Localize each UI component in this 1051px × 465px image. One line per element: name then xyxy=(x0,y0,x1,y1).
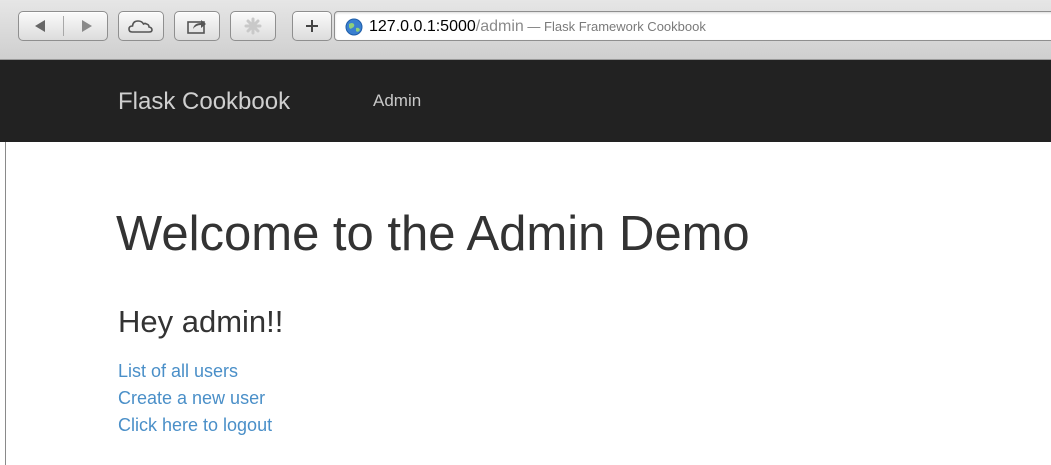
greeting-heading: Hey admin!! xyxy=(118,304,284,339)
address-bar[interactable]: 127.0.0.1:5000/admin — Flask Framework C… xyxy=(334,11,1051,41)
browser-toolbar: 127.0.0.1:5000/admin — Flask Framework C… xyxy=(0,0,1051,60)
page-title-suffix: — Flask Framework Cookbook xyxy=(523,19,706,34)
extension-button[interactable] xyxy=(230,11,276,41)
back-icon xyxy=(35,20,45,32)
icloud-icon xyxy=(128,20,153,33)
list-users-link[interactable]: List of all users xyxy=(118,358,272,385)
create-user-link[interactable]: Create a new user xyxy=(118,385,272,412)
share-icon xyxy=(187,20,206,34)
share-button[interactable] xyxy=(174,11,220,41)
forward-icon xyxy=(82,20,92,32)
forward-button[interactable] xyxy=(64,12,108,40)
logout-link[interactable]: Click here to logout xyxy=(118,412,272,439)
url-host: 127.0.0.1:5000 xyxy=(369,18,476,35)
address-text: 127.0.0.1:5000/admin — Flask Framework C… xyxy=(369,18,706,36)
admin-links: List of all users Create a new user Clic… xyxy=(118,358,272,439)
page-title: Welcome to the Admin Demo xyxy=(116,207,750,261)
navbar: Flask Cookbook Admin xyxy=(0,60,1051,142)
navbar-brand[interactable]: Flask Cookbook xyxy=(118,88,290,116)
back-forward-buttons xyxy=(18,11,108,41)
nav-item-admin[interactable]: Admin xyxy=(373,91,421,111)
add-bookmark-icon xyxy=(306,20,318,32)
icloud-tabs-button[interactable] xyxy=(118,11,164,41)
window-edge xyxy=(5,142,6,465)
globe-icon xyxy=(345,18,363,36)
back-button[interactable] xyxy=(19,12,63,40)
extensions-icon xyxy=(244,17,262,35)
url-path: /admin xyxy=(475,18,524,35)
add-bookmark-button[interactable] xyxy=(292,11,332,41)
